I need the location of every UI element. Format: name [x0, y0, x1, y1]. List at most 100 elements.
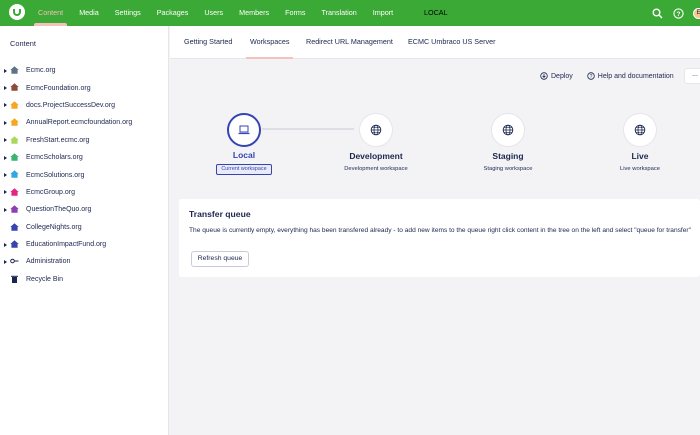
home-icon [10, 66, 19, 74]
workspace-title-development: Development [349, 151, 403, 161]
tree-item[interactable]: EcmcSolutions.org [0, 166, 169, 183]
workspace-node-staging[interactable] [491, 113, 525, 147]
tree-item-label: Recycle Bin [26, 275, 63, 283]
sidebar-title: Content [10, 39, 36, 48]
content-tree: Ecmc.org EcmcFoundation.org docs.ProjectSu… [0, 62, 169, 288]
tree-item[interactable]: AnnualReport.ecmcfoundation.org [0, 114, 169, 131]
tree-item-label: Administration [26, 258, 71, 266]
tree-item-label: EcmcScholars.org [26, 154, 83, 162]
workspace-node-development[interactable] [359, 113, 393, 147]
tree-item[interactable]: EducationImpactFund.org [0, 236, 169, 253]
expand-caret-icon[interactable] [4, 173, 7, 178]
search-icon[interactable] [651, 7, 663, 19]
tab-getting-started[interactable]: Getting Started [184, 26, 232, 59]
umbraco-logo-icon[interactable] [9, 4, 25, 20]
tree-item[interactable]: EcmcGroup.org [0, 184, 169, 201]
nav-import[interactable]: Import [365, 0, 401, 26]
expand-caret-icon[interactable] [4, 207, 7, 212]
workspace-actions: Deploy ? Help and documentation [540, 68, 688, 84]
tree-item[interactable]: Recycle Bin [0, 271, 169, 288]
home-icon [10, 135, 19, 144]
tree-item-label: EducationImpactFund.org [26, 241, 107, 249]
tree-item-label: EcmcGroup.org [26, 188, 76, 196]
help-label: Help and documentation [597, 72, 674, 80]
workspace-title-staging: Staging [492, 151, 524, 161]
nav-media[interactable]: Media [71, 0, 107, 26]
tree-item[interactable]: QuestionTheQuo.org [0, 201, 169, 218]
expand-caret-icon[interactable] [4, 86, 7, 91]
tree-item-label: CollegeNights.org [26, 223, 82, 231]
deploy-label: Deploy [551, 72, 573, 80]
content-tree-sidebar: Content Ecmc.org EcmcFoundation.org docs.P… [0, 26, 169, 435]
transfer-queue-message: The queue is currently empty, everything… [189, 227, 691, 234]
workspace-node-live[interactable] [623, 113, 657, 147]
expand-caret-icon[interactable] [4, 155, 7, 160]
globe-icon [502, 124, 514, 136]
tree-item[interactable]: Administration [0, 253, 169, 270]
question-icon: ? [587, 72, 595, 80]
tree-item-label: FreshStart.ecmc.org [26, 136, 90, 144]
trash-icon [11, 275, 18, 283]
expand-caret-icon[interactable] [4, 120, 7, 125]
expand-caret-icon[interactable] [4, 68, 7, 73]
home-icon [10, 101, 19, 109]
nav-content[interactable]: Content [30, 0, 71, 26]
tree-item[interactable]: docs.ProjectSuccessDev.org [0, 97, 169, 114]
home-icon [10, 153, 19, 161]
expand-caret-icon[interactable] [4, 103, 7, 108]
workspace-subtitle-staging: Staging workspace [483, 166, 533, 172]
workspace-title-live: Live [631, 151, 649, 161]
tree-item[interactable]: Ecmc.org [0, 62, 169, 79]
svg-text:?: ? [676, 11, 680, 18]
avatar[interactable]: E [693, 7, 700, 19]
globe-icon [634, 124, 646, 136]
nav-settings[interactable]: Settings [107, 0, 149, 26]
nav-users[interactable]: Users [196, 0, 231, 26]
environment-label: LOCAL [424, 8, 448, 17]
tree-item-label: AnnualReport.ecmcfoundation.org [26, 119, 133, 127]
top-bar: Content Media Settings Packages Users Me… [0, 0, 700, 26]
tab-ecmc-umbraco-us-server[interactable]: ECMC Umbraco US Server [408, 26, 495, 59]
transfer-queue-panel: Transfer queue The queue is currently em… [179, 199, 700, 277]
tab-redirect-url-management[interactable]: Redirect URL Management [306, 26, 393, 59]
nav-packages[interactable]: Packages [149, 0, 197, 26]
laptop-icon [238, 125, 250, 135]
home-icon [10, 222, 19, 231]
home-icon [10, 240, 19, 248]
home-icon [10, 118, 19, 126]
workspace-subtitle-live: Live workspace [620, 166, 660, 172]
workspace-node-local[interactable] [227, 113, 261, 147]
tree-item[interactable]: FreshStart.ecmc.org [0, 132, 169, 149]
svg-text:?: ? [589, 74, 592, 80]
globe-icon [370, 124, 382, 136]
help-icon[interactable]: ? [672, 7, 684, 19]
home-icon [10, 188, 19, 196]
tree-item[interactable]: CollegeNights.org [0, 219, 169, 236]
expand-caret-icon[interactable] [4, 242, 7, 247]
home-icon [10, 205, 19, 213]
more-options-button[interactable]: ... [684, 68, 700, 84]
nav-translation[interactable]: Translation [313, 0, 364, 26]
nav-members[interactable]: Members [231, 0, 277, 26]
expand-caret-icon[interactable] [4, 259, 7, 264]
home-icon [10, 83, 19, 92]
main-nav: Content Media Settings Packages Users Me… [30, 0, 401, 26]
dashboard-tabs: Getting Started Workspaces Redirect URL … [170, 26, 700, 59]
workspace-title-local: Local [232, 150, 256, 160]
refresh-queue-button[interactable]: Refresh queue [191, 251, 249, 267]
help-documentation-button[interactable]: ? Help and documentation [587, 72, 674, 80]
tab-workspaces[interactable]: Workspaces [245, 26, 294, 59]
current-workspace-badge: Current workspace [216, 164, 272, 175]
nav-forms[interactable]: Forms [277, 0, 313, 26]
expand-caret-icon[interactable] [4, 190, 7, 195]
tree-item[interactable]: EcmcScholars.org [0, 149, 169, 166]
deploy-button[interactable]: Deploy [540, 72, 573, 80]
workspace-subtitle-development: Development workspace [344, 166, 408, 172]
workflow-connector [262, 128, 354, 130]
tree-item[interactable]: EcmcFoundation.org [0, 79, 169, 96]
tree-item-label: QuestionTheQuo.org [26, 206, 92, 214]
tree-item-label: Ecmc.org [26, 67, 56, 75]
expand-caret-icon[interactable] [4, 138, 7, 143]
tree-item-label: docs.ProjectSuccessDev.org [26, 101, 115, 109]
deploy-icon [540, 72, 548, 80]
